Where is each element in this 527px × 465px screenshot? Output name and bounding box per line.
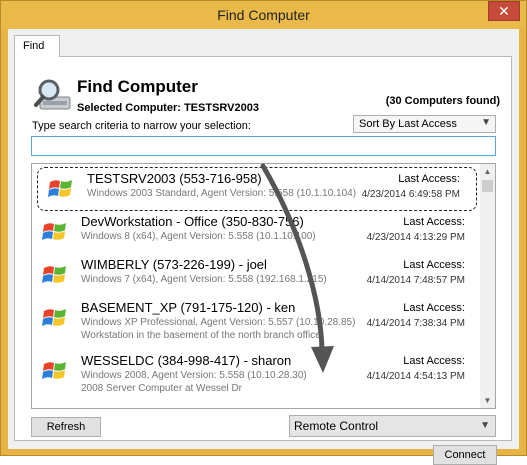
computer-name: BASEMENT_XP (791-175-120) - ken [81, 300, 296, 315]
tab-find[interactable]: Find [14, 35, 60, 57]
windows-logo-icon [48, 180, 72, 197]
list-item-0[interactable]: TESTSRV2003 (553-716-958) Windows 2003 S… [37, 167, 477, 211]
windows-logo-icon [42, 266, 66, 283]
connect-button[interactable]: Connect [433, 445, 497, 465]
computer-list[interactable]: TESTSRV2003 (553-716-958) Windows 2003 S… [31, 163, 496, 409]
computer-detail: Windows 2003 Standard, Agent Version: 5.… [87, 188, 357, 199]
scroll-thumb[interactable] [482, 180, 493, 192]
list-item-1[interactable]: DevWorkstation - Office (350-830-756) Wi… [32, 211, 481, 255]
title-bar[interactable]: Find Computer ✕ [1, 1, 526, 29]
search-input[interactable] [31, 136, 496, 156]
search-hint: Type search criteria to narrow your sele… [32, 120, 251, 132]
action-dropdown-value: Remote Control [294, 419, 379, 433]
close-icon: ✕ [498, 3, 510, 19]
scroll-up-icon[interactable]: ▲ [480, 164, 495, 179]
window-client: Find Find Computer Selected Computer: TE… [8, 29, 519, 465]
computer-name: WIMBERLY (573-226-199) - joel [81, 257, 267, 272]
computer-description: 2008 Server Computer at Wessel Dr [81, 383, 242, 394]
list-scrollbar[interactable]: ▲ ▼ [480, 164, 495, 408]
sort-dropdown[interactable]: Sort By Last Access ▼ [353, 115, 496, 133]
last-access-date: 4/14/2014 7:48:57 PM [366, 275, 465, 286]
last-access-date: 4/14/2014 4:54:13 PM [366, 371, 465, 382]
selected-computer-label: Selected Computer: TESTSRV2003 [77, 102, 259, 114]
chevron-down-icon: ▼ [481, 117, 491, 128]
page-title: Find Computer [77, 77, 198, 96]
windows-logo-icon [42, 223, 66, 240]
computer-name: WESSELDC (384-998-417) - sharon [81, 353, 292, 368]
last-access-label: Last Access: [403, 259, 465, 271]
search-computer-icon [34, 77, 74, 117]
last-access-label: Last Access: [398, 173, 460, 185]
computer-detail: Windows 2008, Agent Version: 5.558 (10.1… [81, 370, 307, 381]
computer-detail: Windows XP Professional, Agent Version: … [81, 317, 356, 328]
last-access-date: 4/23/2014 4:13:29 PM [366, 232, 465, 243]
windows-logo-icon [42, 362, 66, 379]
close-button[interactable]: ✕ [488, 1, 520, 21]
last-access-label: Last Access: [403, 355, 465, 367]
computer-name: DevWorkstation - Office (350-830-756) [81, 214, 304, 229]
list-item-3[interactable]: BASEMENT_XP (791-175-120) - ken Windows … [32, 297, 481, 347]
last-access-date: 4/14/2014 7:38:34 PM [366, 318, 465, 329]
chevron-down-icon: ▼ [480, 420, 490, 431]
computer-name: TESTSRV2003 (553-716-958) [87, 171, 262, 186]
last-access-date: 4/23/2014 6:49:58 PM [361, 189, 460, 200]
computer-detail: Windows 8 (x64), Agent Version: 5.558 (1… [81, 231, 316, 242]
sort-dropdown-value: Sort By Last Access [359, 118, 457, 130]
find-computer-window: Find Computer ✕ Find Find Computer Selec… [0, 0, 527, 465]
list-item-4[interactable]: WESSELDC (384-998-417) - sharon Windows … [32, 350, 481, 400]
action-dropdown[interactable]: Remote Control ▼ [289, 415, 496, 437]
computer-detail: Windows 7 (x64), Agent Version: 5.558 (1… [81, 274, 327, 285]
last-access-label: Last Access: [403, 302, 465, 314]
list-item-2[interactable]: WIMBERLY (573-226-199) - joel Windows 7 … [32, 254, 481, 298]
window-title: Find Computer [217, 7, 310, 23]
windows-logo-icon [42, 309, 66, 326]
computer-count: (30 Computers found) [385, 95, 500, 107]
scroll-down-icon[interactable]: ▼ [480, 393, 495, 408]
last-access-label: Last Access: [403, 216, 465, 228]
computer-description: Workstation in the basement of the north… [81, 330, 324, 341]
find-tab-panel: Find Computer Selected Computer: TESTSRV… [14, 56, 512, 465]
refresh-button[interactable]: Refresh [31, 417, 101, 437]
